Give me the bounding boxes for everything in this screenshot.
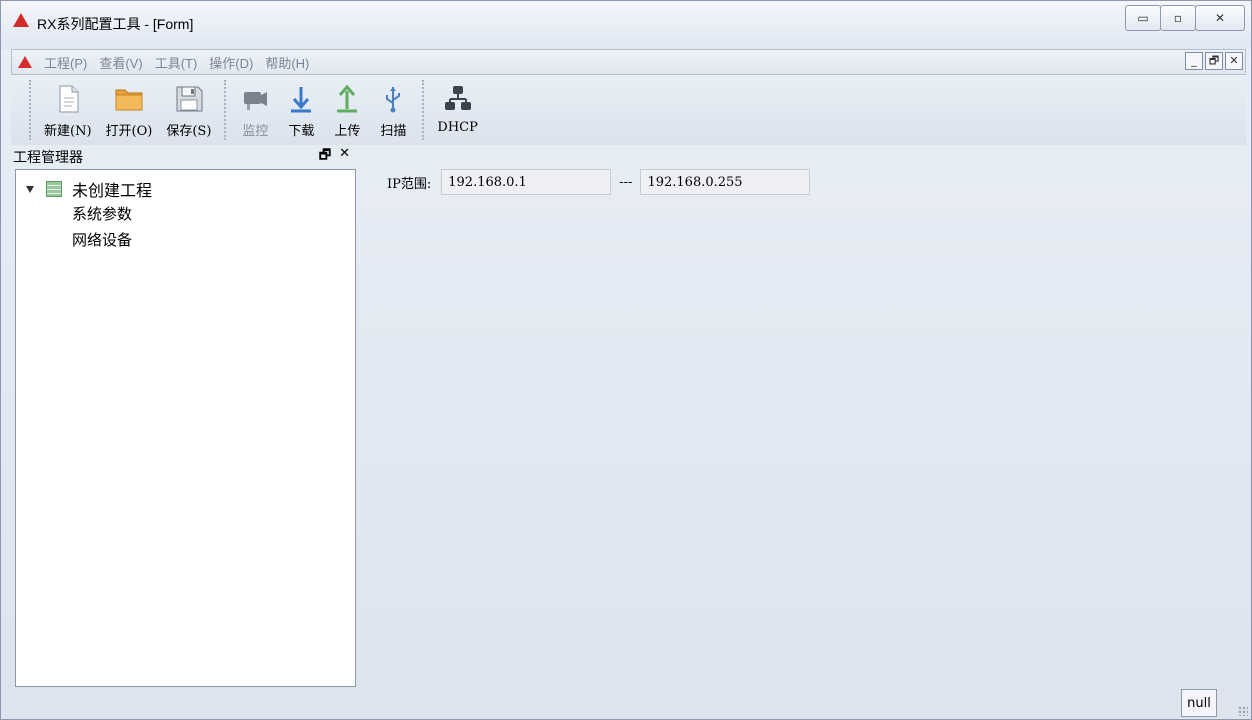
menu-view[interactable]: 查看(V): [93, 53, 148, 72]
toolbar-separator: [422, 80, 425, 140]
mdi-minimize-button[interactable]: _: [1185, 52, 1203, 70]
project-panel-header: 工程管理器 🗗 ✕: [11, 145, 356, 169]
panel-close-icon[interactable]: ✕: [339, 146, 350, 168]
tree-item-system-params[interactable]: 系统参数: [72, 203, 132, 224]
app-window: RX系列配置工具 - [Form] ▭ ▫ ✕ 工程(P) 查看(V) 工具(T…: [0, 0, 1252, 720]
dhcp-button[interactable]: DHCP: [437, 75, 478, 135]
menu-help[interactable]: 帮助(H): [259, 53, 315, 72]
upload-label: 上传: [334, 124, 361, 139]
app-logo-icon: [13, 13, 29, 27]
window-title: RX系列配置工具 - [Form]: [37, 16, 194, 32]
tree-item-network-devices[interactable]: 网络设备: [72, 229, 132, 250]
mdi-restore-button[interactable]: 🗗: [1205, 52, 1223, 70]
tree-root-item[interactable]: 未创建工程: [26, 177, 152, 201]
panel-float-icon[interactable]: 🗗: [319, 146, 331, 168]
save-label: 保存(S): [166, 124, 212, 139]
close-button[interactable]: ✕: [1195, 5, 1245, 31]
project-panel-controls: 🗗 ✕: [319, 146, 350, 168]
title-bar: RX系列配置工具 - [Form] ▭ ▫ ✕: [1, 1, 1251, 49]
toolbar-grip: [29, 80, 31, 140]
null-button[interactable]: null: [1181, 689, 1217, 717]
camera-icon: [244, 92, 268, 110]
toolbar: 新建(N) 打开(O) 保存(S) 监控 下载 上传 扫描 DHCP: [11, 75, 1246, 145]
ip-end-input[interactable]: [640, 169, 811, 195]
window-controls: ▭ ▫ ✕: [1125, 5, 1245, 31]
maximize-button[interactable]: ▫: [1160, 5, 1196, 31]
upload-button[interactable]: 上传: [331, 75, 363, 139]
download-button[interactable]: 下载: [285, 75, 317, 139]
monitor-label: 监控: [242, 124, 269, 139]
download-arrow-icon: [291, 87, 312, 113]
mdi-controls: _ 🗗 ✕: [1185, 52, 1243, 70]
mdi-close-button[interactable]: ✕: [1225, 52, 1243, 70]
project-icon: [46, 181, 62, 197]
open-label: 打开(O): [105, 124, 153, 139]
ip-range-separator: ---: [619, 174, 633, 190]
new-file-icon: [59, 85, 79, 113]
download-label: 下载: [288, 124, 315, 139]
floppy-disk-icon: [176, 86, 203, 112]
expand-arrow-icon[interactable]: [26, 185, 34, 193]
save-button[interactable]: 保存(S): [166, 75, 211, 139]
menu-logo-icon: [18, 56, 32, 68]
new-label: 新建(N): [44, 124, 92, 139]
resize-grip-icon[interactable]: [1238, 706, 1248, 716]
project-panel-title: 工程管理器: [13, 150, 83, 166]
menu-operate[interactable]: 操作(D): [203, 53, 259, 72]
menu-bar: 工程(P) 查看(V) 工具(T) 操作(D) 帮助(H) _ 🗗 ✕: [11, 49, 1246, 75]
tree-root-label: 未创建工程: [72, 181, 153, 200]
minimize-button[interactable]: ▭: [1125, 5, 1161, 31]
network-icon: [444, 86, 471, 110]
ip-range-row: IP范围: ---: [387, 169, 811, 195]
monitor-button[interactable]: 监控: [239, 75, 271, 139]
dhcp-label: DHCP: [437, 120, 478, 135]
ip-range-label: IP范围:: [387, 176, 432, 192]
open-button[interactable]: 打开(O): [105, 75, 153, 139]
upload-arrow-icon: [337, 84, 358, 113]
project-tree-panel: 未创建工程 系统参数 网络设备: [15, 169, 356, 687]
usb-icon: [386, 87, 401, 113]
scan-button[interactable]: 扫描: [377, 75, 409, 139]
scan-label: 扫描: [380, 124, 407, 139]
menu-tools[interactable]: 工具(T): [149, 53, 204, 72]
folder-icon: [115, 89, 143, 111]
ip-start-input[interactable]: [441, 169, 612, 195]
toolbar-separator: [224, 80, 227, 140]
menu-project[interactable]: 工程(P): [38, 53, 93, 72]
new-button[interactable]: 新建(N): [44, 75, 92, 139]
